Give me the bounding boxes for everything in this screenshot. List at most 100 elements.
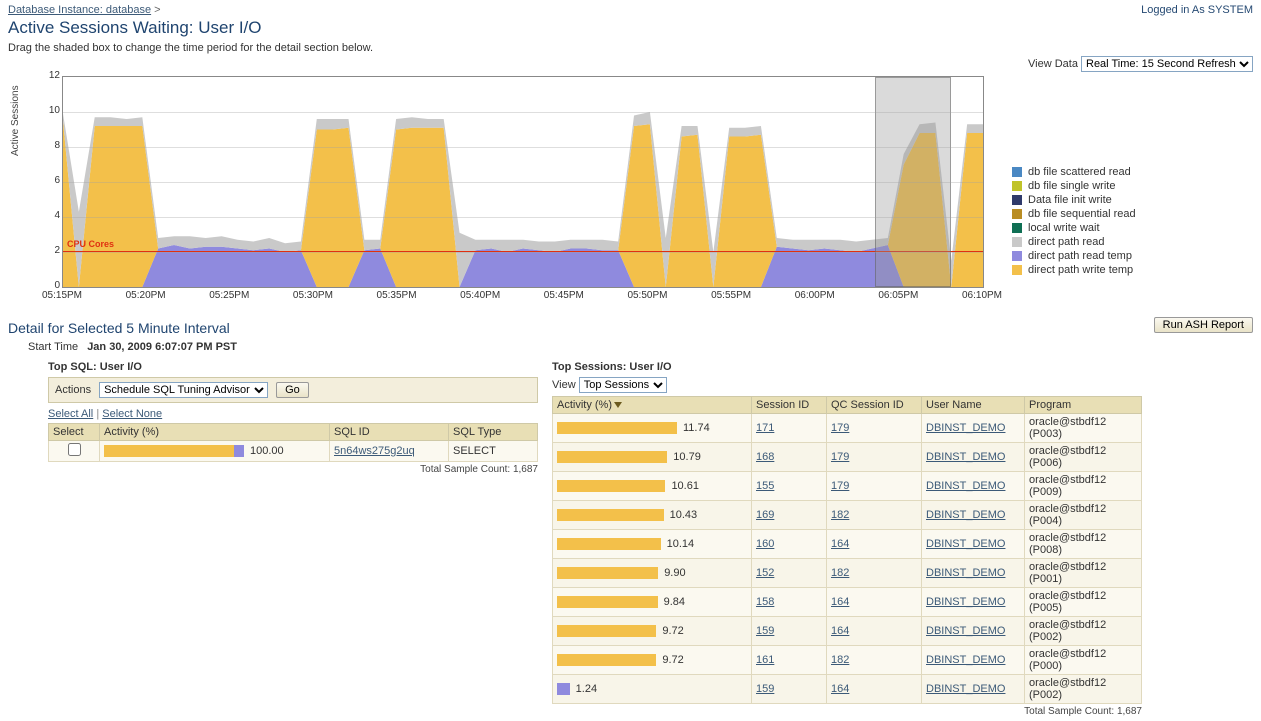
x-tick: 05:50PM <box>619 290 675 301</box>
activity-bar <box>557 538 661 550</box>
qc-session-link[interactable]: 179 <box>831 451 849 463</box>
user-link[interactable]: DBINST_DEMO <box>926 654 1005 666</box>
qc-session-link[interactable]: 179 <box>831 422 849 434</box>
table-row: 1.24159164DBINST_DEMOoracle@stbdf12 (P00… <box>553 675 1142 704</box>
session-link[interactable]: 171 <box>756 422 774 434</box>
table-row: 10.79168179DBINST_DEMOoracle@stbdf12 (P0… <box>553 443 1142 472</box>
legend-swatch <box>1012 209 1022 219</box>
top-sql-header: Top SQL: User I/O <box>48 361 538 373</box>
session-link[interactable]: 159 <box>756 683 774 695</box>
activity-pct: 9.84 <box>664 596 685 608</box>
legend-label: db file scattered read <box>1028 166 1131 178</box>
viewdata-select[interactable]: Real Time: 15 Second Refresh <box>1081 56 1253 72</box>
session-link[interactable]: 158 <box>756 596 774 608</box>
activity-bar <box>557 422 677 434</box>
x-tick: 06:00PM <box>787 290 843 301</box>
qc-session-link[interactable]: 182 <box>831 509 849 521</box>
activity-pct: 10.61 <box>671 480 699 492</box>
x-tick: 05:35PM <box>369 290 425 301</box>
user-link[interactable]: DBINST_DEMO <box>926 451 1005 463</box>
y-tick: 2 <box>42 245 60 256</box>
col-program[interactable]: Program <box>1025 397 1142 414</box>
x-tick: 05:30PM <box>285 290 341 301</box>
legend-label: local write wait <box>1028 222 1100 234</box>
view-label: View <box>552 379 576 391</box>
col-activity[interactable]: Activity (%) <box>553 397 752 414</box>
col-session[interactable]: Session ID <box>752 397 827 414</box>
legend-label: Data file init write <box>1028 194 1112 206</box>
qc-session-link[interactable]: 182 <box>831 654 849 666</box>
table-row: 10.43169182DBINST_DEMOoracle@stbdf12 (P0… <box>553 501 1142 530</box>
qc-session-link[interactable]: 182 <box>831 567 849 579</box>
table-row: 10.61155179DBINST_DEMOoracle@stbdf12 (P0… <box>553 472 1142 501</box>
chart-main: CPU Cores 02468101205:15PM05:20PM05:25PM… <box>32 76 992 306</box>
program: oracle@stbdf12 (P008) <box>1025 530 1142 559</box>
x-tick: 05:55PM <box>703 290 759 301</box>
qc-session-link[interactable]: 164 <box>831 538 849 550</box>
session-link[interactable]: 155 <box>756 480 774 492</box>
table-row: 9.72159164DBINST_DEMOoracle@stbdf12 (P00… <box>553 617 1142 646</box>
col-user[interactable]: User Name <box>922 397 1025 414</box>
activity-pct: 10.14 <box>667 538 695 550</box>
legend-item: direct path write temp <box>1012 264 1136 276</box>
legend-item: local write wait <box>1012 222 1136 234</box>
legend-item: db file single write <box>1012 180 1136 192</box>
legend-label: direct path read <box>1028 236 1104 248</box>
qc-session-link[interactable]: 164 <box>831 683 849 695</box>
y-tick: 6 <box>42 175 60 186</box>
x-tick: 06:10PM <box>954 290 1010 301</box>
select-none-link[interactable]: Select None <box>102 408 162 420</box>
user-link[interactable]: DBINST_DEMO <box>926 422 1005 434</box>
col-qc[interactable]: QC Session ID <box>827 397 922 414</box>
legend-swatch <box>1012 237 1022 247</box>
sqlid-link[interactable]: 5n64ws275g2uq <box>334 445 415 457</box>
instructions: Drag the shaded box to change the time p… <box>8 42 1253 54</box>
legend-swatch <box>1012 195 1022 205</box>
session-link[interactable]: 159 <box>756 625 774 637</box>
program: oracle@stbdf12 (P001) <box>1025 559 1142 588</box>
legend-swatch <box>1012 265 1022 275</box>
y-tick: 10 <box>42 105 60 116</box>
detail-title: Detail for Selected 5 Minute Interval <box>8 320 230 336</box>
activity-bar <box>557 480 665 492</box>
session-link[interactable]: 161 <box>756 654 774 666</box>
legend-swatch <box>1012 251 1022 261</box>
user-link[interactable]: DBINST_DEMO <box>926 480 1005 492</box>
col-sqltype[interactable]: SQL Type <box>449 424 538 441</box>
viewdata-label: View Data <box>1028 58 1078 70</box>
row-select-checkbox[interactable] <box>68 443 81 456</box>
select-all-link[interactable]: Select All <box>48 408 93 420</box>
breadcrumb-link[interactable]: Database Instance: database <box>8 4 151 16</box>
go-button[interactable]: Go <box>276 382 309 398</box>
col-activity[interactable]: Activity (%) <box>100 424 330 441</box>
col-sqlid[interactable]: SQL ID <box>330 424 449 441</box>
user-link[interactable]: DBINST_DEMO <box>926 683 1005 695</box>
run-ash-button[interactable]: Run ASH Report <box>1154 317 1253 333</box>
grid-line <box>63 252 983 253</box>
qc-session-link[interactable]: 179 <box>831 480 849 492</box>
qc-session-link[interactable]: 164 <box>831 596 849 608</box>
qc-session-link[interactable]: 164 <box>831 625 849 637</box>
user-link[interactable]: DBINST_DEMO <box>926 625 1005 637</box>
legend-label: direct path write temp <box>1028 264 1133 276</box>
view-select[interactable]: Top Sessions <box>579 377 667 393</box>
session-link[interactable]: 160 <box>756 538 774 550</box>
user-link[interactable]: DBINST_DEMO <box>926 538 1005 550</box>
user-link[interactable]: DBINST_DEMO <box>926 509 1005 521</box>
session-link[interactable]: 168 <box>756 451 774 463</box>
session-link[interactable]: 152 <box>756 567 774 579</box>
y-tick: 8 <box>42 140 60 151</box>
session-link[interactable]: 169 <box>756 509 774 521</box>
program: oracle@stbdf12 (P004) <box>1025 501 1142 530</box>
sql-sample-count: Total Sample Count: 1,687 <box>48 464 538 475</box>
cpu-cores-label: CPU Cores <box>67 239 114 249</box>
legend-item: db file scattered read <box>1012 166 1136 178</box>
actions-select[interactable]: Schedule SQL Tuning Advisor <box>99 382 268 398</box>
y-tick: 12 <box>42 70 60 81</box>
chart-plot[interactable]: CPU Cores <box>62 76 984 288</box>
activity-bar <box>557 567 658 579</box>
user-link[interactable]: DBINST_DEMO <box>926 567 1005 579</box>
page-title: Active Sessions Waiting: User I/O <box>8 18 1253 38</box>
user-link[interactable]: DBINST_DEMO <box>926 596 1005 608</box>
table-row: 9.72161182DBINST_DEMOoracle@stbdf12 (P00… <box>553 646 1142 675</box>
